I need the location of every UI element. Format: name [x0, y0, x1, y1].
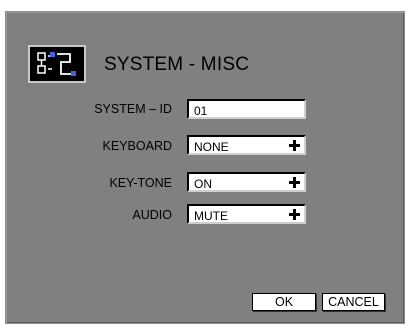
plus-arrow-icon: [289, 177, 300, 188]
system-id-value: 01: [194, 104, 208, 118]
keyboard-value: NONE: [194, 140, 229, 154]
audio-select[interactable]: MUTE: [187, 204, 306, 224]
audio-value: MUTE: [194, 209, 228, 223]
ok-button[interactable]: OK: [252, 293, 316, 311]
keyboard-label: KEYBOARD: [102, 139, 172, 153]
dialog-title: SYSTEM - MISC: [104, 54, 250, 75]
key-tone-select[interactable]: ON: [187, 172, 306, 192]
system-id-input[interactable]: 01: [187, 99, 306, 119]
system-settings-icon: [28, 45, 86, 83]
key-tone-value: ON: [194, 177, 212, 191]
plus-arrow-icon: [289, 209, 300, 220]
system-id-label: SYSTEM – ID: [94, 102, 172, 116]
key-tone-label: KEY-TONE: [109, 176, 172, 190]
plus-arrow-icon: [289, 140, 300, 151]
cancel-button[interactable]: CANCEL: [322, 293, 385, 311]
audio-label: AUDIO: [132, 208, 172, 222]
keyboard-select[interactable]: NONE: [187, 135, 306, 155]
